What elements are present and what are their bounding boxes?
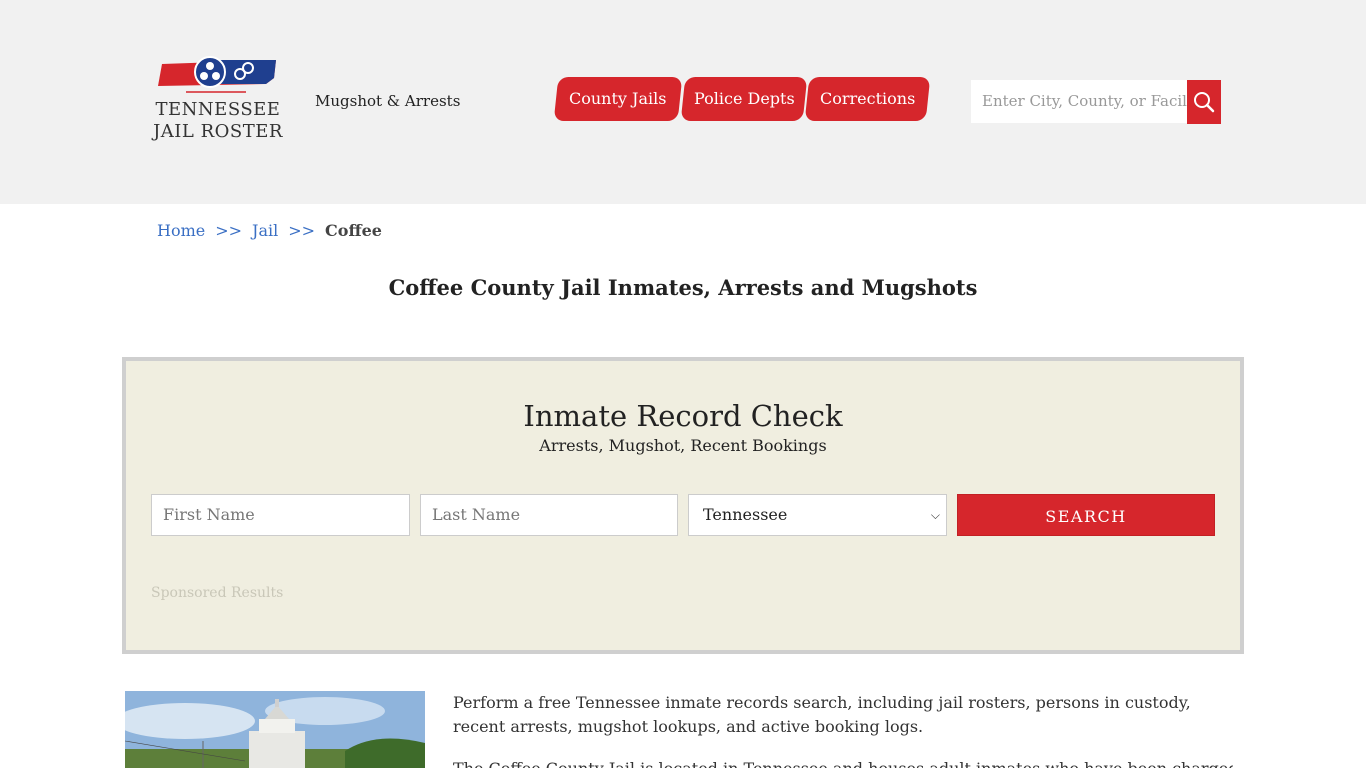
search-icon [1194, 92, 1215, 113]
last-name-input[interactable]: Last Name [420, 494, 678, 536]
record-check-subtitle: Arrests, Mugshot, Recent Bookings [539, 436, 827, 455]
site-search-input[interactable]: Enter City, County, or Facility [971, 80, 1187, 123]
courthouse-photo [125, 691, 425, 768]
inmate-record-check-panel: Inmate Record Check Arrests, Mugshot, Re… [122, 357, 1244, 654]
intro-paragraph: Perform a free Tennessee inmate records … [453, 693, 1191, 736]
breadcrumb-jail[interactable]: Jail [252, 221, 278, 240]
page-title: Coffee County Jail Inmates, Arrests and … [388, 275, 978, 300]
first-name-input[interactable]: First Name [151, 494, 410, 536]
nav-county-jails[interactable]: County Jails [553, 77, 683, 121]
site-logo[interactable]: TENNESSEE JAIL ROSTER [152, 56, 284, 148]
state-select-value: Tennessee [703, 505, 788, 524]
nav-police-depts[interactable]: Police Depts [680, 77, 808, 121]
logo-text-line1: TENNESSEE [155, 99, 281, 120]
logo-text-line2: JAIL ROSTER [153, 121, 283, 142]
site-tagline: Mugshot & Arrests [315, 92, 461, 110]
nav-corrections[interactable]: Corrections [804, 77, 931, 121]
breadcrumb-separator: >> [288, 221, 316, 240]
site-header: TENNESSEE JAIL ROSTER Mugshot & Arrests … [0, 0, 1366, 204]
tennessee-flag-icon [158, 56, 276, 93]
breadcrumb-separator: >> [215, 221, 243, 240]
record-search-button[interactable]: SEARCH [957, 494, 1215, 536]
breadcrumb-home[interactable]: Home [157, 221, 205, 240]
breadcrumb: Home >> Jail >> Coffee [157, 221, 382, 240]
sponsored-results-label: Sponsored Results [151, 585, 284, 601]
state-select[interactable]: Tennessee ⌵ [688, 494, 947, 536]
nav-police-depts-label: Police Depts [693, 89, 795, 108]
nav-county-jails-label: County Jails [569, 89, 667, 108]
nav-corrections-label: Corrections [819, 89, 916, 108]
breadcrumb-current: Coffee [325, 221, 382, 240]
description-paragraph: The Coffee County Jail is located in Ten… [453, 757, 1233, 768]
site-search-button[interactable] [1187, 80, 1221, 124]
record-check-title: Inmate Record Check [523, 399, 843, 433]
chevron-down-icon: ⌵ [930, 508, 940, 522]
